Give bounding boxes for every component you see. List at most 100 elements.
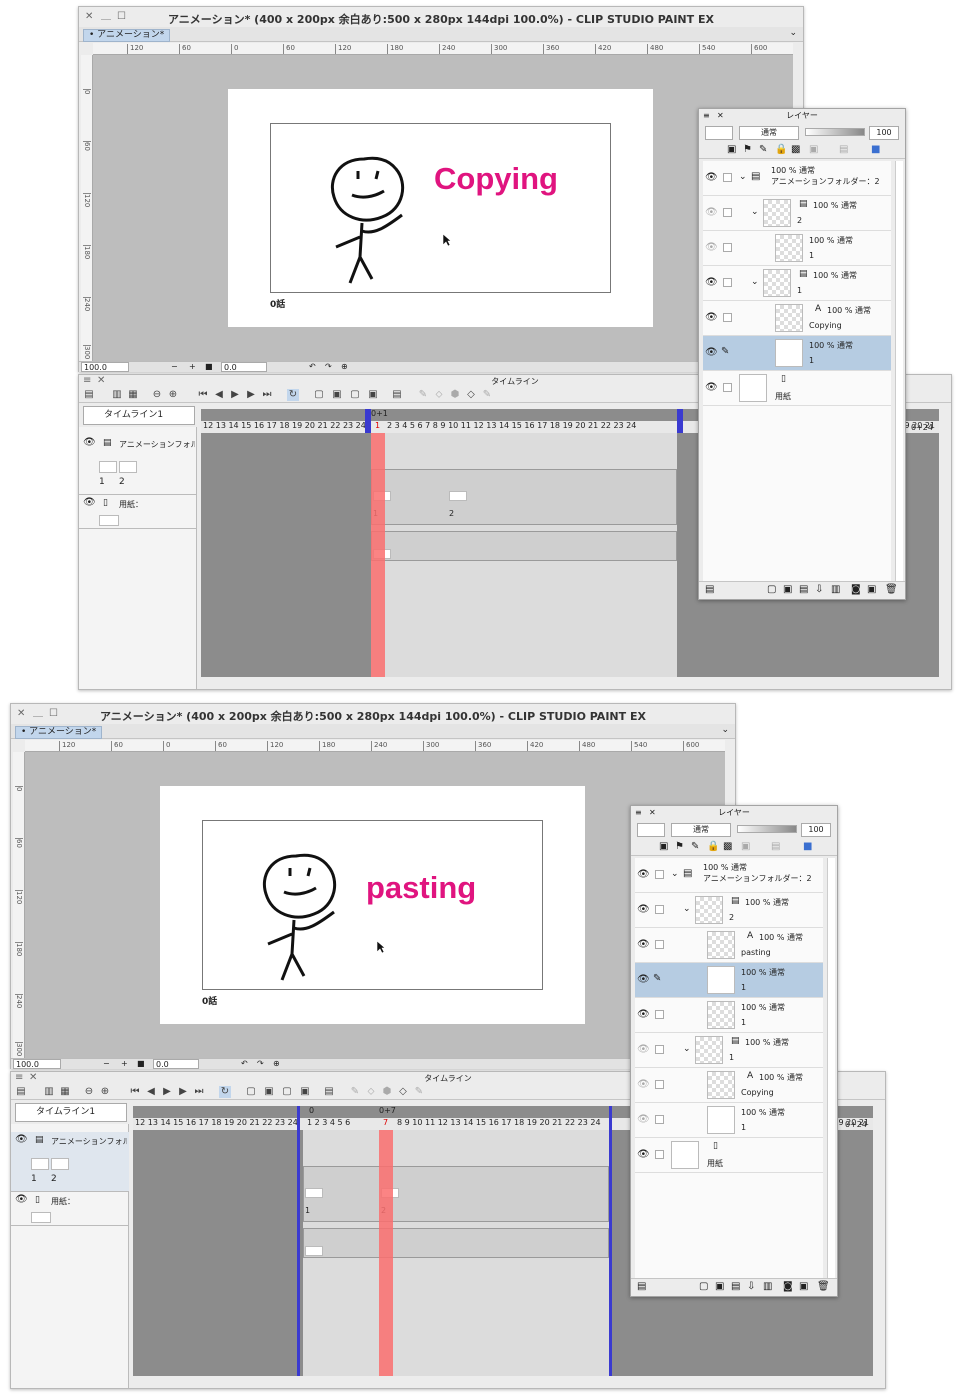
new-vector-layer-icon[interactable]: ▣	[715, 1281, 724, 1292]
new-raster-layer-icon[interactable]: ▢	[767, 584, 776, 595]
rotate-left-icon[interactable]: ↶	[241, 1059, 248, 1068]
panel-menu-icon[interactable]: ≡	[635, 806, 642, 820]
layer-checkbox[interactable]	[723, 208, 732, 217]
eye-icon[interactable]: 👁	[705, 382, 718, 393]
lock-icon[interactable]: ⬢	[381, 1086, 393, 1098]
canvas-area[interactable]: Copying 0話	[93, 55, 793, 361]
combine-icon[interactable]: ▥	[763, 1281, 772, 1292]
layer-color-icon[interactable]: ■	[871, 144, 880, 155]
new-raster-layer-icon[interactable]: ▢	[699, 1281, 708, 1292]
paper-cel-bar[interactable]	[371, 531, 677, 561]
blend-mode-select[interactable]: 通常	[671, 823, 731, 837]
eye-icon[interactable]: 👁	[637, 1009, 650, 1020]
timeline-select[interactable]: タイムライン1	[83, 406, 195, 425]
layer-property-icon[interactable]: ▤	[637, 1281, 646, 1292]
chevron-down-icon[interactable]: ⌄	[751, 207, 759, 217]
timeline-settings-icon[interactable]: ▥	[111, 389, 123, 401]
create-mask-icon[interactable]: ◙	[851, 584, 861, 595]
rotate-right-icon[interactable]: ↷	[325, 362, 332, 371]
layer-checkbox[interactable]	[723, 173, 732, 182]
zoom-out-icon[interactable]: −	[103, 1059, 110, 1068]
transfer-icon[interactable]: ⇩	[747, 1281, 755, 1292]
fit-icon[interactable]: ■	[137, 1059, 145, 1068]
new-timeline-icon[interactable]: ▤	[83, 389, 95, 401]
clip-icon[interactable]: ▣	[659, 841, 668, 852]
zoom-in-icon[interactable]: +	[121, 1059, 128, 1068]
opacity-slider[interactable]	[737, 825, 797, 833]
layer-folder-2[interactable]: 👁 ⌄ ▤ 100 % 通常 2	[635, 893, 823, 928]
zoom-field[interactable]: 100.0	[13, 1059, 61, 1069]
prev-frame-icon[interactable]: ◀	[213, 389, 225, 401]
first-frame-icon[interactable]: ⏮	[197, 389, 209, 401]
layer-cel-1-empty[interactable]: 👁 100 % 通常 1	[635, 998, 823, 1033]
timeline-copy-icon[interactable]: ▦	[127, 389, 139, 401]
close-icon[interactable]: ✕	[649, 806, 656, 820]
draft-icon[interactable]: ✎	[759, 144, 767, 155]
eye-icon[interactable]: 👁	[637, 1149, 650, 1160]
chevron-down-icon[interactable]: ⌄	[789, 28, 797, 38]
paper-cel-bar[interactable]	[303, 1228, 609, 1258]
eye-icon[interactable]: 👁	[15, 1194, 28, 1205]
layer-folder-2[interactable]: 👁 ⌄ ▤ 100 % 通常 2	[703, 196, 891, 231]
layer-cel-1-empty[interactable]: 👁 100 % 通常 1	[703, 231, 891, 266]
layer-scrollbar[interactable]	[895, 161, 903, 581]
edit-icon[interactable]: ◇	[465, 389, 477, 401]
mask-icon[interactable]: ▣	[809, 144, 818, 155]
eye-icon[interactable]: 👁	[637, 1044, 650, 1055]
blend-color-select[interactable]	[637, 823, 665, 837]
eye-icon[interactable]: 👁	[705, 312, 718, 323]
layer-checkbox[interactable]	[655, 1010, 664, 1019]
eye-icon[interactable]: 👁	[83, 437, 96, 448]
lock-alpha-icon[interactable]: ▩	[723, 841, 732, 852]
layer-text-copying[interactable]: 👁 A 100 % 通常 Copying	[635, 1068, 823, 1103]
tab-animation[interactable]: • アニメーション*	[15, 726, 103, 739]
layer-paper[interactable]: 👁 ▯ 用紙	[635, 1138, 823, 1173]
combine-icon[interactable]: ▥	[831, 584, 840, 595]
delete-cel-icon[interactable]: ▢	[281, 1086, 293, 1098]
eye-icon[interactable]: 👁	[83, 497, 96, 508]
layer-folder-1[interactable]: 👁 ⌄ ▤ 100 % 通常 1	[635, 1033, 823, 1068]
reset-rotation-icon[interactable]: ⊕	[341, 362, 348, 371]
layer-checkbox[interactable]	[655, 870, 664, 879]
zoom-field[interactable]: 100.0	[81, 362, 129, 372]
eye-icon[interactable]: 👁	[705, 242, 718, 253]
blend-mode-select[interactable]: 通常	[739, 126, 799, 140]
keyframe-icon[interactable]: ✎	[417, 389, 429, 401]
layer-checkbox[interactable]	[655, 1115, 664, 1124]
onion-skin-icon[interactable]: ▣	[299, 1086, 311, 1098]
layer-checkbox[interactable]	[655, 1150, 664, 1159]
eye-icon[interactable]: 👁	[705, 172, 718, 183]
zoom-out-icon[interactable]: ⊖	[83, 1086, 95, 1098]
layer-checkbox[interactable]	[655, 1080, 664, 1089]
track-animation-folder[interactable]: 👁 ▤ アニメーションフォル 1 2	[79, 435, 197, 495]
next-frame-icon[interactable]: ▶	[245, 389, 257, 401]
zoom-out-icon[interactable]: ⊖	[151, 389, 163, 401]
reference-icon[interactable]: ⚑	[743, 144, 752, 155]
eye-icon[interactable]: 👁	[705, 347, 718, 358]
layer-text-pasting[interactable]: 👁 A 100 % 通常 pasting	[635, 928, 823, 963]
interpolation-icon[interactable]: ⬦	[433, 389, 445, 401]
timeline-settings-icon[interactable]: ▥	[43, 1086, 55, 1098]
layer-scrollbar[interactable]	[827, 858, 835, 1278]
layer-checkbox[interactable]	[655, 940, 664, 949]
playhead[interactable]	[371, 433, 385, 677]
animation-cel-bar[interactable]	[371, 469, 677, 525]
specify-cel-icon[interactable]: ▣	[263, 1086, 275, 1098]
opacity-field[interactable]: 100	[869, 126, 899, 140]
chevron-down-icon[interactable]: ⌄	[683, 904, 691, 914]
end-marker[interactable]	[677, 409, 683, 433]
apply-mask-icon[interactable]: ▣	[867, 584, 876, 595]
edit-icon[interactable]: ◇	[397, 1086, 409, 1098]
track-animation-folder[interactable]: 👁 ▤ アニメーションフォル 1 2	[11, 1132, 129, 1192]
lock-alpha-icon[interactable]: ▩	[791, 144, 800, 155]
light-table-icon[interactable]: ▤	[391, 389, 403, 401]
last-frame-icon[interactable]: ⏭	[261, 389, 273, 401]
zoom-in-icon[interactable]: +	[189, 362, 196, 371]
loop-icon[interactable]: ↻	[287, 389, 299, 401]
opacity-slider[interactable]	[805, 128, 865, 136]
eye-icon[interactable]: 👁	[705, 277, 718, 288]
fit-icon[interactable]: ■	[205, 362, 213, 371]
draft-icon[interactable]: ✎	[691, 841, 699, 852]
loop-icon[interactable]: ↻	[219, 1086, 231, 1098]
delete-cel-icon[interactable]: ▢	[349, 389, 361, 401]
